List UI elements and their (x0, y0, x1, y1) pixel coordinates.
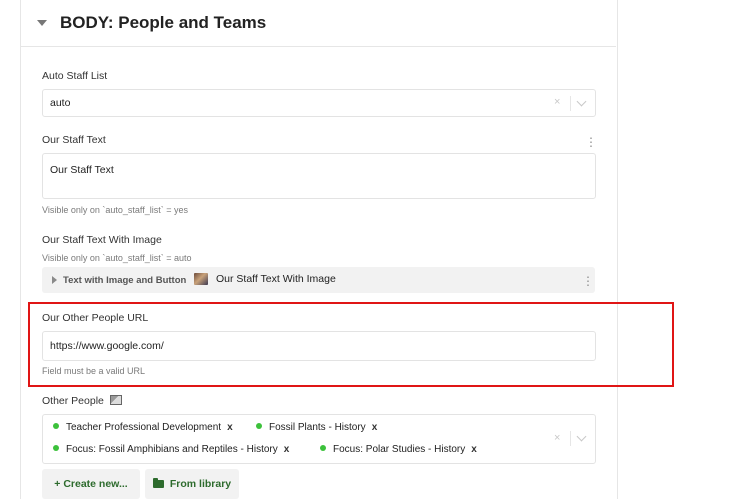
tag-item[interactable]: Fossil Plants - History x (256, 422, 377, 433)
block-type-label: Text with Image and Button (63, 275, 187, 286)
our-staff-text-with-image-hint: Visible only on `auto_staff_list` = auto (42, 253, 192, 263)
caret-right-icon[interactable] (52, 276, 57, 284)
remove-tag-icon[interactable]: x (471, 444, 477, 455)
block-title: Our Staff Text With Image (216, 273, 336, 285)
remove-tag-icon[interactable]: x (284, 444, 290, 455)
tag-label: Focus: Polar Studies - History (333, 444, 466, 455)
create-new-button[interactable]: + Create new... (42, 469, 140, 499)
our-staff-text-field[interactable]: Our Staff Text (42, 153, 596, 199)
section-title: BODY: People and Teams (60, 13, 267, 32)
other-people-label: Other People (42, 395, 122, 407)
other-people-multiselect[interactable]: Teacher Professional Development x Fossil… (42, 414, 596, 464)
our-other-people-url-value: https://www.google.com/ (50, 340, 164, 352)
tag-item[interactable]: Focus: Polar Studies - History x (320, 444, 477, 455)
status-dot-icon (53, 445, 59, 451)
status-dot-icon (256, 423, 262, 429)
from-library-button[interactable]: From library (145, 469, 239, 499)
other-people-label-text: Other People (42, 395, 104, 407)
clear-icon[interactable]: × (554, 96, 560, 108)
status-dot-icon (53, 423, 59, 429)
nested-block-row[interactable]: Text with Image and Button Our Staff Tex… (42, 267, 595, 293)
more-options-icon[interactable]: ⋮ (585, 136, 597, 148)
remove-tag-icon[interactable]: x (227, 422, 233, 433)
auto-staff-list-label: Auto Staff List (42, 70, 108, 82)
remove-tag-icon[interactable]: x (372, 422, 378, 433)
tag-label: Teacher Professional Development (66, 422, 222, 433)
clear-icon[interactable]: × (554, 432, 560, 444)
section-header[interactable]: BODY: People and Teams (20, 0, 616, 47)
tag-label: Focus: Fossil Amphibians and Reptiles - … (66, 444, 278, 455)
url-validation-hint: Field must be a valid URL (42, 366, 146, 376)
chevron-down-icon[interactable] (576, 431, 587, 442)
select-divider (570, 96, 571, 111)
tag-label: Fossil Plants - History (269, 422, 366, 433)
tag-item[interactable]: Teacher Professional Development x (53, 422, 233, 433)
auto-staff-list-select[interactable]: auto × (42, 89, 596, 117)
our-staff-text-hint: Visible only on `auto_staff_list` = yes (42, 205, 188, 215)
more-options-icon[interactable]: ⋮ (582, 275, 594, 287)
chevron-down-icon[interactable] (576, 96, 587, 107)
our-other-people-url-input[interactable]: https://www.google.com/ (42, 331, 596, 361)
from-library-label: From library (169, 478, 232, 490)
auto-staff-list-value: auto (50, 97, 71, 109)
our-staff-text-label: Our Staff Text (42, 134, 106, 146)
folder-icon (152, 478, 164, 488)
our-other-people-url-label: Our Other People URL (42, 312, 149, 324)
our-staff-text-value: Our Staff Text (50, 164, 114, 176)
status-dot-icon (320, 445, 326, 451)
tag-item[interactable]: Focus: Fossil Amphibians and Reptiles - … (53, 444, 289, 455)
image-icon (109, 395, 122, 405)
our-staff-text-with-image-label: Our Staff Text With Image (42, 234, 162, 246)
select-divider (570, 431, 571, 446)
caret-down-icon[interactable] (37, 20, 47, 26)
block-thumbnail (194, 273, 208, 285)
